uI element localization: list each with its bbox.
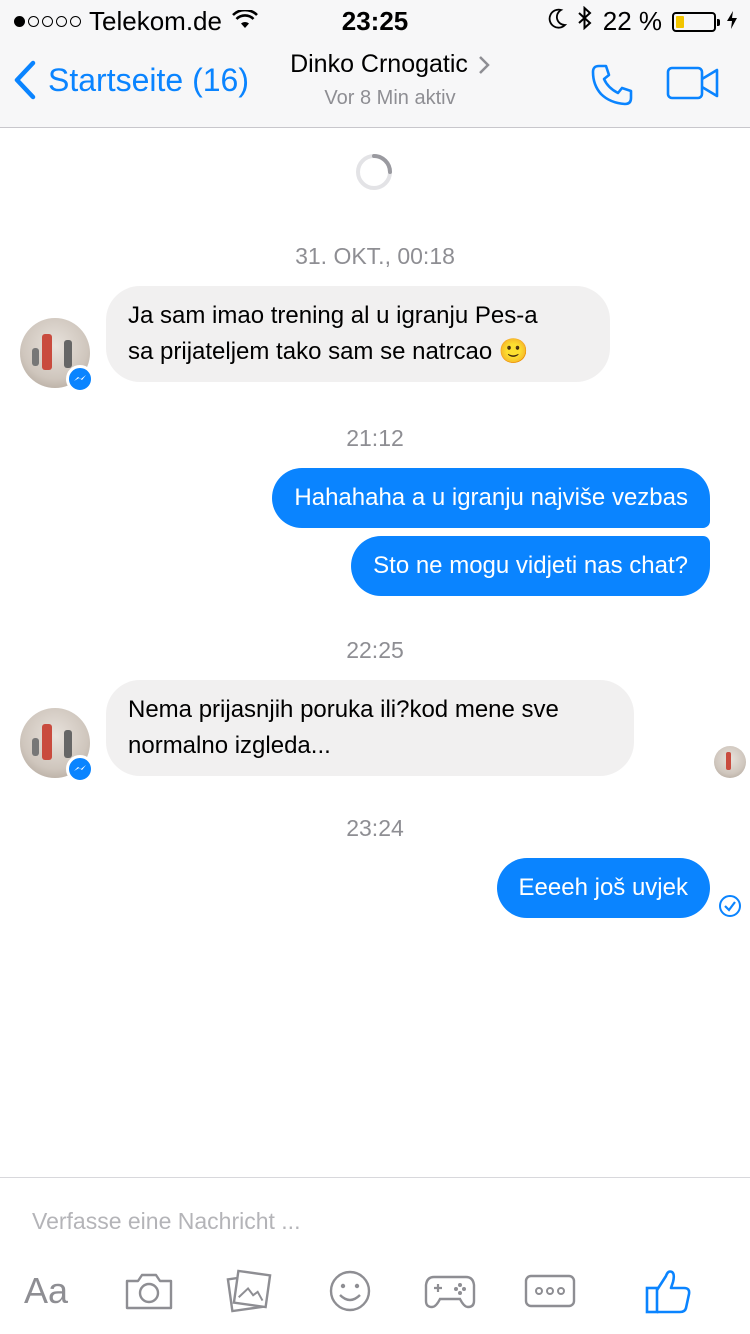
back-chevron-icon (14, 60, 36, 100)
battery-percentage: 22 % (602, 6, 662, 36)
battery-icon (672, 11, 720, 32)
bluetooth-icon (577, 5, 593, 37)
camera-button[interactable] (124, 1266, 174, 1316)
read-receipt-avatar (714, 746, 746, 778)
phone-icon (591, 64, 633, 106)
messenger-badge-icon (66, 755, 94, 783)
message-input[interactable]: Verfasse eine Nachricht ... (32, 1208, 300, 1235)
message-bubble-outgoing[interactable]: Hahahaha a u igranju najviše vezbas (272, 468, 710, 528)
charging-icon (726, 6, 738, 37)
message-line: Nema prijasnjih poruka ili?kod mene sve (128, 696, 559, 723)
composer: Verfasse eine Nachricht ... Aa (0, 1177, 750, 1334)
nav-bar: Startseite (16) Dinko Crnogatic Vor 8 Mi… (0, 40, 750, 128)
timestamp: 21:12 (346, 425, 404, 451)
back-label: Startseite (16) (48, 61, 249, 98)
text-format-button[interactable]: Aa (24, 1266, 68, 1316)
seen-check-icon (719, 895, 741, 917)
message-bubble-incoming[interactable]: Nema prijasnjih poruka ili?kod mene sve … (106, 680, 634, 776)
like-icon (645, 1270, 691, 1314)
moon-icon (547, 6, 567, 37)
games-button[interactable] (424, 1266, 476, 1316)
composer-toolbar: Aa (0, 1266, 750, 1316)
messenger-badge-icon (66, 365, 94, 393)
timestamp: 23:24 (346, 815, 404, 841)
timestamp: 31. OKT., 00:18 (295, 243, 455, 269)
message-line: sa prijateljem tako sam se natrcao 🙂 (128, 338, 529, 365)
back-button[interactable]: Startseite (16) (14, 60, 249, 100)
like-button[interactable] (644, 1266, 692, 1316)
contact-name: Dinko Crnogatic (290, 50, 468, 78)
timestamp: 22:25 (346, 637, 404, 663)
emoji-button[interactable] (328, 1266, 372, 1316)
message-bubble-incoming[interactable]: Ja sam imao trening al u igranju Pes-a s… (106, 286, 610, 382)
gallery-button[interactable] (226, 1266, 272, 1316)
chevron-right-icon (479, 55, 490, 74)
contact-header[interactable]: Dinko Crnogatic Vor 8 Min aktiv (270, 50, 510, 110)
message-bubble-outgoing[interactable]: Eeeeh još uvjek (496, 858, 710, 918)
contact-status: Vor 8 Min aktiv (324, 87, 456, 109)
status-bar: Telekom.de 23:25 22 % (0, 0, 750, 40)
more-button[interactable] (524, 1266, 576, 1316)
smiley-icon (329, 1270, 371, 1312)
message-line: normalno izgleda... (128, 732, 331, 759)
loading-spinner-icon (356, 154, 392, 190)
video-call-button[interactable] (666, 66, 720, 105)
more-icon (524, 1274, 576, 1308)
gamepad-icon (424, 1275, 476, 1309)
call-button[interactable] (590, 62, 636, 113)
camera-icon (125, 1273, 173, 1310)
video-icon (666, 66, 719, 100)
messenger-screen: Telekom.de 23:25 22 % Startseite (16) Di… (0, 0, 750, 1334)
message-bubble-outgoing[interactable]: Sto ne mogu vidjeti nas chat? (351, 536, 710, 596)
gallery-icon (226, 1269, 272, 1313)
status-right: 22 % (547, 5, 738, 37)
message-line: Ja sam imao trening al u igranju Pes-a (128, 302, 538, 329)
